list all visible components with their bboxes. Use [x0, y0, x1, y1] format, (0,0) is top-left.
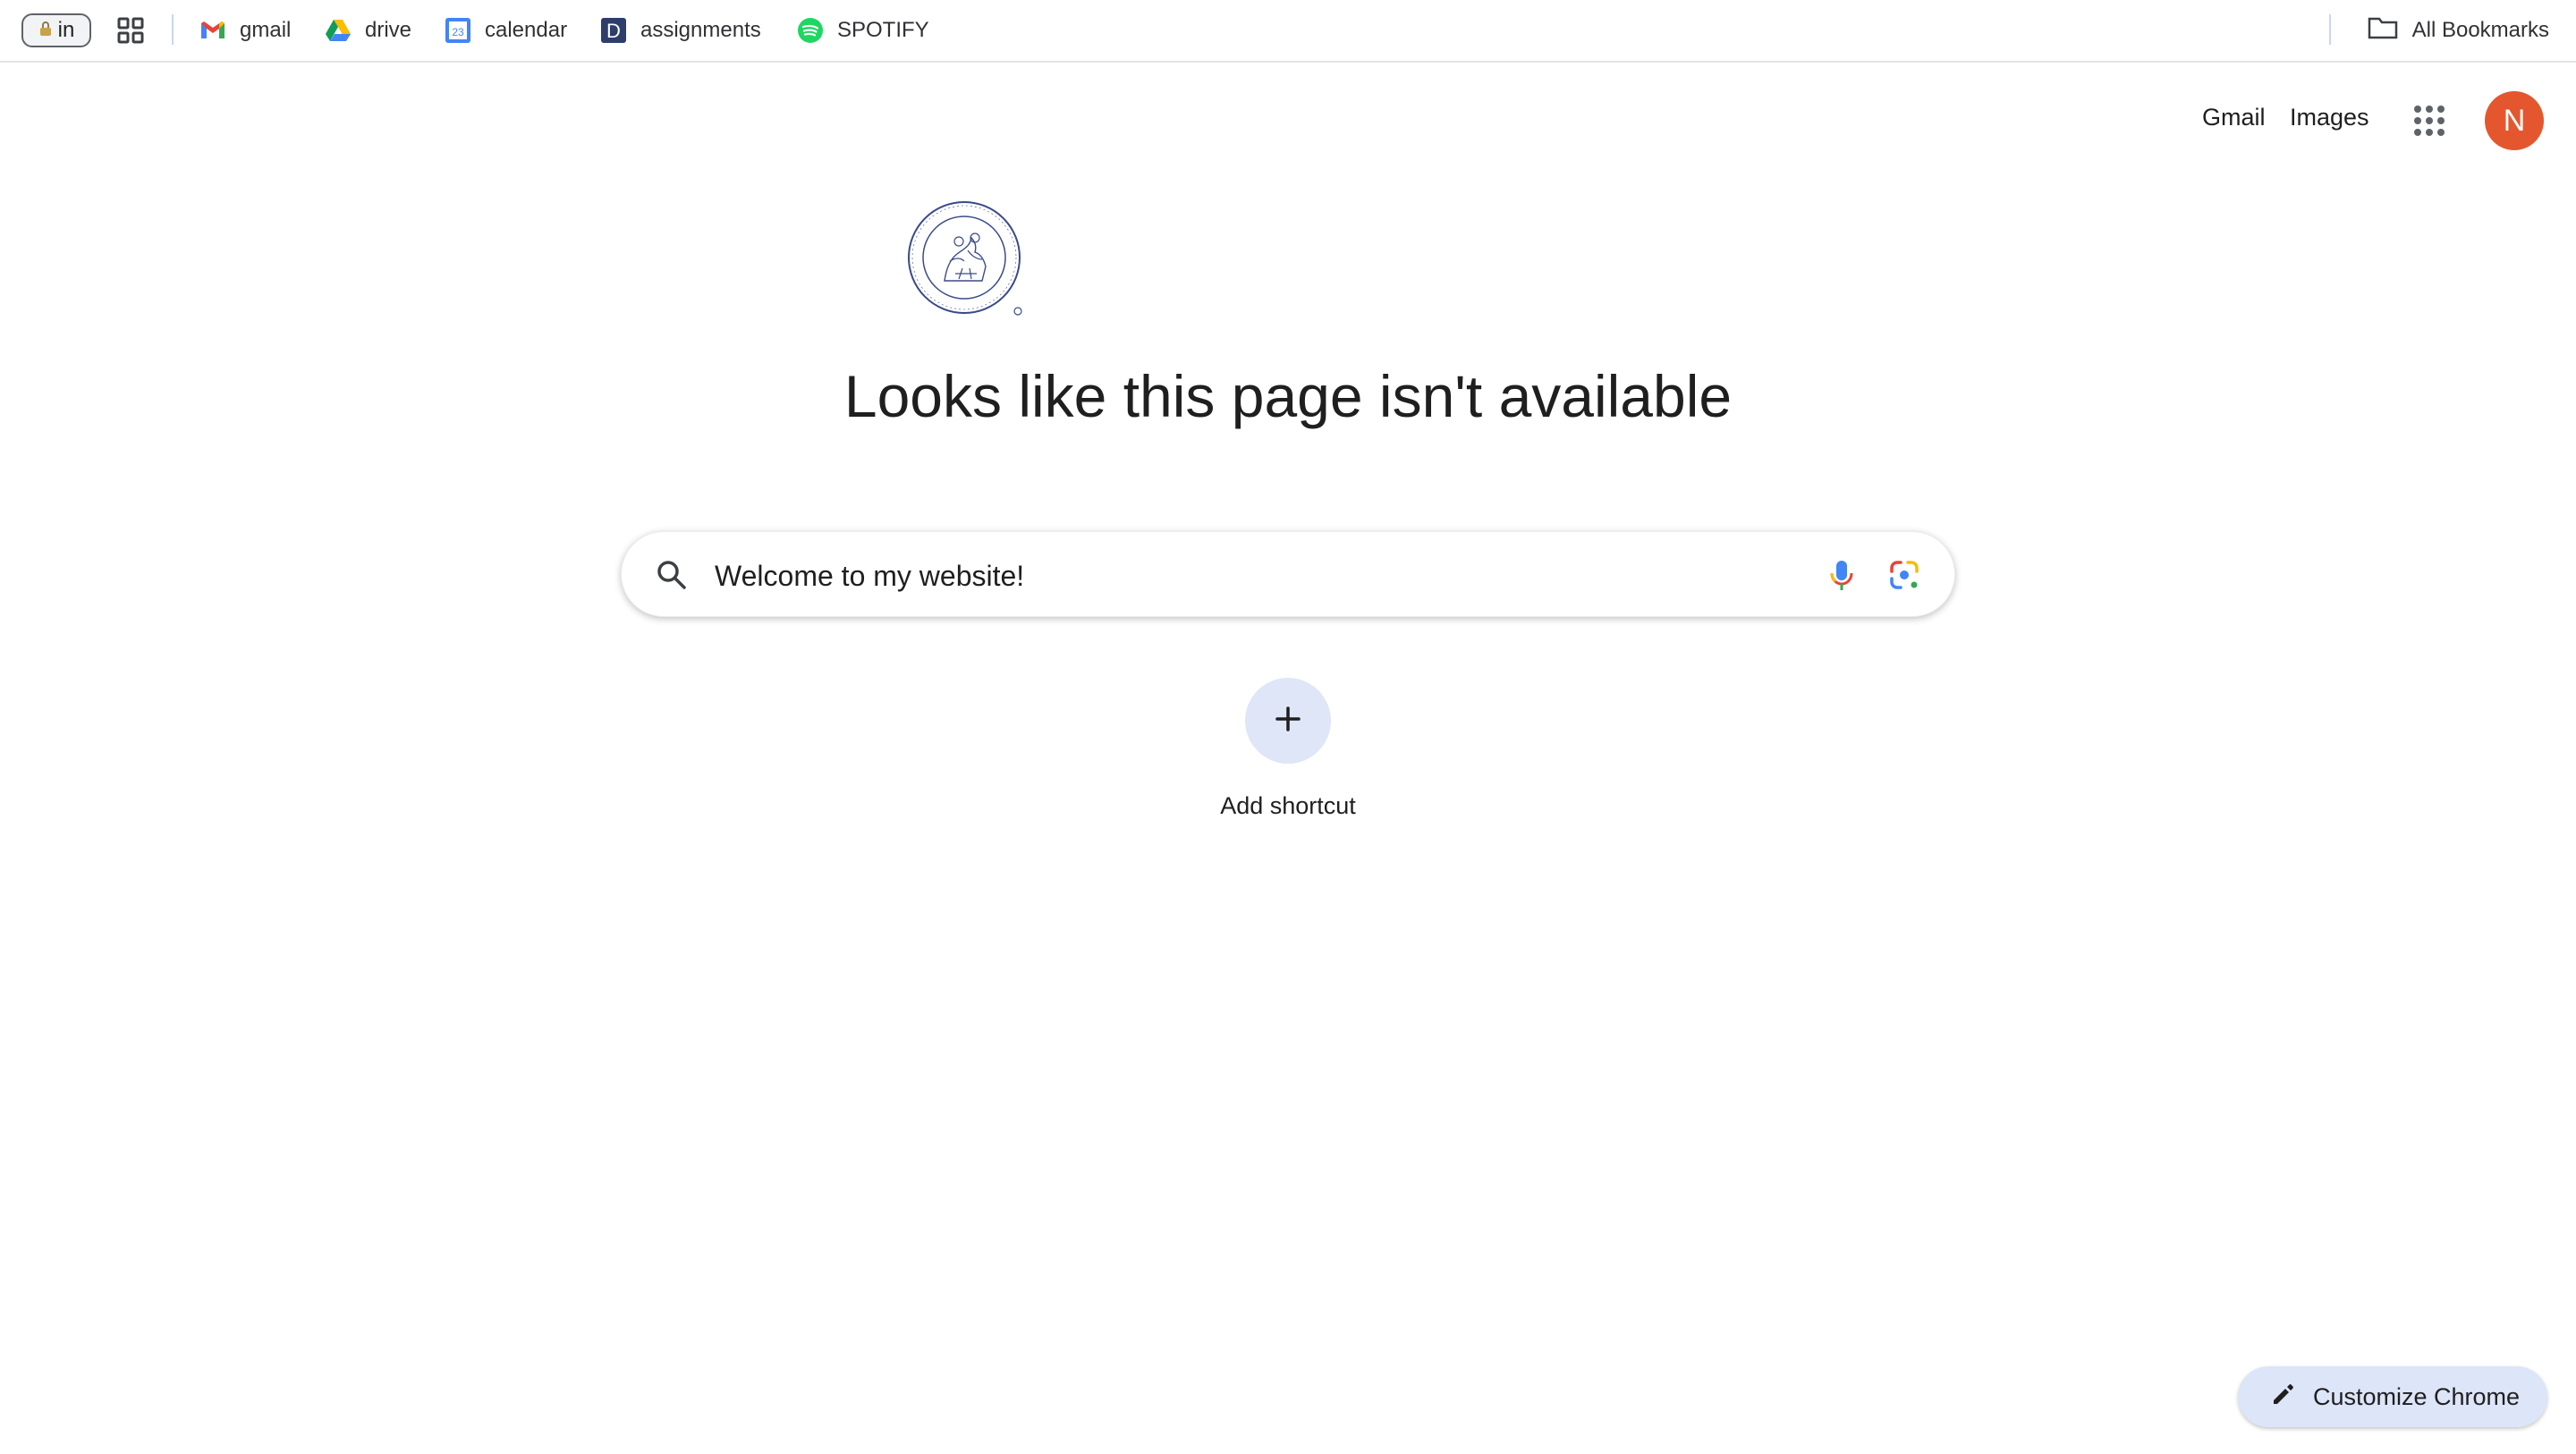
bookmarks-separator	[172, 14, 174, 45]
account-avatar[interactable]: N	[2485, 91, 2544, 150]
bookmarks-separator	[2329, 14, 2331, 45]
bookmark-label: SPOTIFY	[837, 18, 929, 42]
google-lens-icon[interactable]	[1883, 554, 1926, 596]
search-input[interactable]	[713, 552, 1790, 600]
gmail-link[interactable]: Gmail	[2202, 104, 2266, 131]
school-seal-logo	[905, 199, 1027, 320]
all-bookmarks-button[interactable]: All Bookmarks	[2368, 13, 2549, 48]
bookmark-drive[interactable]: drive	[324, 13, 411, 48]
calendar-icon: 23	[444, 16, 472, 45]
bookmark-assignments[interactable]: D assignments	[599, 13, 761, 48]
microphone-icon[interactable]	[1820, 554, 1863, 596]
profile-chip-label: in	[57, 18, 75, 42]
all-bookmarks-label: All Bookmarks	[2411, 18, 2549, 42]
images-link[interactable]: Images	[2290, 104, 2369, 131]
folder-icon	[2368, 15, 2398, 46]
plus-icon	[1272, 703, 1304, 740]
bookmark-calendar[interactable]: 23 calendar	[444, 13, 567, 48]
profile-chip[interactable]: in	[21, 13, 91, 47]
bookmark-label: drive	[365, 18, 412, 42]
pencil-icon	[2270, 1381, 2297, 1414]
bookmark-gmail[interactable]: gmail	[199, 13, 291, 48]
apps-shortcut-icon[interactable]	[116, 16, 145, 45]
assignments-badge: D	[606, 20, 621, 42]
search-box[interactable]	[621, 531, 1955, 617]
customize-chrome-button[interactable]: Customize Chrome	[2238, 1366, 2547, 1427]
add-shortcut-label[interactable]: Add shortcut	[1154, 792, 1422, 820]
assignments-icon: D	[599, 16, 628, 45]
search-icon	[654, 557, 690, 593]
avatar-letter: N	[2503, 103, 2526, 138]
spotify-icon	[796, 16, 825, 45]
page-heading: Looks like this page isn't available	[843, 363, 1733, 429]
drive-icon	[324, 16, 352, 45]
lock-icon	[38, 18, 53, 43]
bookmarks-bar: in gmail drive 23 calendar D assignments…	[0, 0, 2576, 63]
bookmark-label: gmail	[240, 18, 292, 42]
customize-chrome-label: Customize Chrome	[2313, 1382, 2521, 1410]
bookmark-label: assignments	[640, 18, 761, 42]
bookmark-spotify[interactable]: SPOTIFY	[796, 13, 929, 48]
gmail-icon	[199, 16, 227, 45]
google-apps-icon[interactable]	[2411, 103, 2447, 139]
add-shortcut-button[interactable]	[1245, 678, 1331, 764]
calendar-badge: 23	[452, 26, 464, 38]
bookmark-label: calendar	[485, 18, 568, 42]
